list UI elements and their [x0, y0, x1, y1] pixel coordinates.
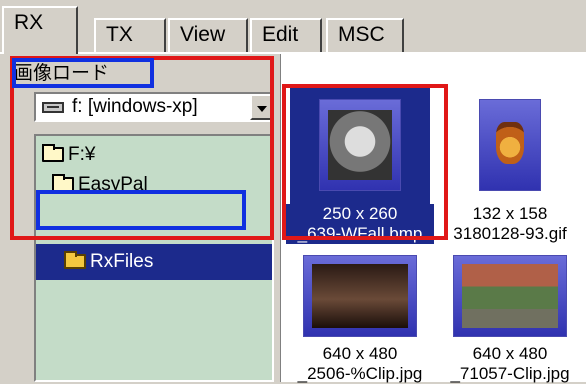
thumbnail-filename: _2506-%Clip.jpg — [297, 364, 423, 383]
tab-tx-label: TX — [106, 23, 133, 46]
tree-item-label: EasyPal — [78, 174, 148, 195]
image-load-panel: 画像ロード f: [windows-xp] F:¥ EasyPal RxFile… — [0, 54, 280, 382]
tab-rx-label: RX — [14, 11, 44, 34]
tree-item-label: RxFiles — [90, 251, 154, 272]
thumbnail-frame — [440, 244, 580, 344]
thumbnail-frame — [290, 244, 430, 344]
image-load-label: 画像ロード — [14, 63, 110, 84]
thumbnail-filename: _639-WFall.bmp — [286, 224, 434, 244]
thumbnail-dimensions: 250 x 260 — [286, 204, 434, 224]
tab-tx[interactable]: TX — [94, 18, 166, 52]
thumbnail-image — [304, 256, 416, 336]
thumbnail-frame — [440, 84, 580, 204]
tab-view-label: View — [180, 23, 226, 46]
tab-msc-label: MSC — [338, 23, 385, 46]
folder-tree[interactable]: F:¥ EasyPal RxFiles — [34, 134, 274, 382]
thumbnail-item[interactable]: 250 x 260 _639-WFall.bmp — [286, 84, 434, 244]
tree-item-easypal[interactable]: EasyPal — [52, 172, 148, 198]
thumbnail-item[interactable]: 132 x 158 3180128-93.gif — [436, 84, 584, 244]
drive-select[interactable]: f: [windows-xp] — [34, 92, 274, 122]
tab-bar: RX TX View Edit MSC — [0, 0, 586, 54]
drive-select-value: f: [windows-xp] — [72, 96, 198, 117]
folder-open-icon — [52, 174, 74, 192]
thumbnail-dimensions: 640 x 480 — [322, 344, 398, 363]
thumbnail-filename: _71057-Clip.jpg — [450, 364, 570, 383]
tab-view[interactable]: View — [168, 18, 248, 52]
thumbnail-grid: 250 x 260 _639-WFall.bmp 132 x 158 31801… — [284, 54, 586, 384]
tree-item-label: F:¥ — [68, 144, 96, 165]
thumbnail-image — [320, 100, 400, 190]
tab-msc[interactable]: MSC — [326, 18, 404, 52]
folder-open-icon — [64, 251, 86, 269]
tab-divider — [0, 52, 586, 54]
thumbnail-frame — [290, 84, 430, 204]
tab-edit[interactable]: Edit — [250, 18, 322, 52]
thumbnail-dimensions: 640 x 480 — [472, 344, 548, 363]
folder-open-icon — [42, 144, 64, 162]
thumbnail-item[interactable]: 640 x 480 _71057-Clip.jpg — [436, 244, 584, 384]
tab-rx[interactable]: RX — [2, 6, 78, 54]
thumbnail-item[interactable]: 640 x 480 _2506-%Clip.jpg — [286, 244, 434, 384]
thumbnail-image — [480, 100, 540, 190]
tab-edit-label: Edit — [262, 23, 299, 46]
tree-item-rxfiles[interactable]: RxFiles — [36, 244, 272, 280]
thumbnail-dimensions: 132 x 158 — [472, 204, 548, 223]
thumbnail-image — [454, 256, 566, 336]
tree-item-root[interactable]: F:¥ — [42, 142, 95, 168]
drive-icon — [42, 102, 64, 113]
thumbnail-filename: 3180128-93.gif — [453, 224, 567, 243]
chevron-down-icon[interactable] — [250, 94, 272, 120]
